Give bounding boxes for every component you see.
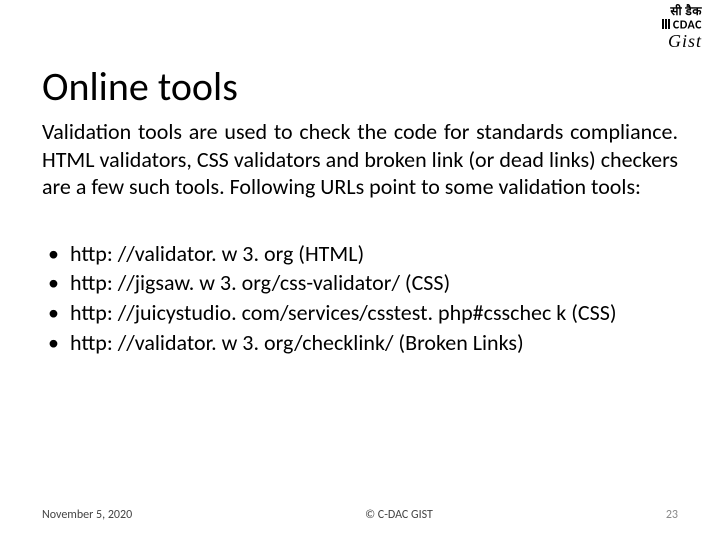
url-list: • http: //validator. w 3. org (HTML) • h… <box>42 239 678 358</box>
slide-body: Validation tools are used to check the c… <box>42 118 678 357</box>
intro-paragraph: Validation tools are used to check the c… <box>42 118 678 201</box>
bullet-icon: • <box>48 239 70 269</box>
footer-copyright: © C-DAC GIST <box>365 508 433 522</box>
list-item: • http: //validator. w 3. org (HTML) <box>48 239 678 269</box>
bullet-icon: • <box>48 328 70 358</box>
list-item-text: http: //validator. w 3. org (HTML) <box>70 239 678 269</box>
bullet-icon: • <box>48 298 70 328</box>
bullet-icon: • <box>48 268 70 298</box>
list-item-text: http: //jigsaw. w 3. org/css-validator/ … <box>70 268 678 298</box>
list-item: • http: //juicystudio. com/services/csst… <box>48 298 678 328</box>
brand-logo: सी डैक CDAC Gist <box>662 6 702 51</box>
list-item: • http: //validator. w 3. org/checklink/… <box>48 328 678 358</box>
list-item-text: http: //juicystudio. com/services/csstes… <box>70 298 678 328</box>
footer-date: November 5, 2020 <box>42 508 132 522</box>
logo-hindi-text: सी डैक <box>662 6 702 19</box>
slide-footer: November 5, 2020 © C-DAC GIST 23 <box>42 508 678 522</box>
logo-cdac-text: CDAC <box>662 19 702 33</box>
footer-page-number: 23 <box>666 508 678 522</box>
list-item: • http: //jigsaw. w 3. org/css-validator… <box>48 268 678 298</box>
list-item-text: http: //validator. w 3. org/checklink/ (… <box>70 328 678 358</box>
logo-cdac-label: CDAC <box>673 18 702 32</box>
logo-gist-text: Gist <box>662 32 702 51</box>
slide-title: Online tools <box>42 62 238 111</box>
logo-bars-icon <box>662 19 671 33</box>
